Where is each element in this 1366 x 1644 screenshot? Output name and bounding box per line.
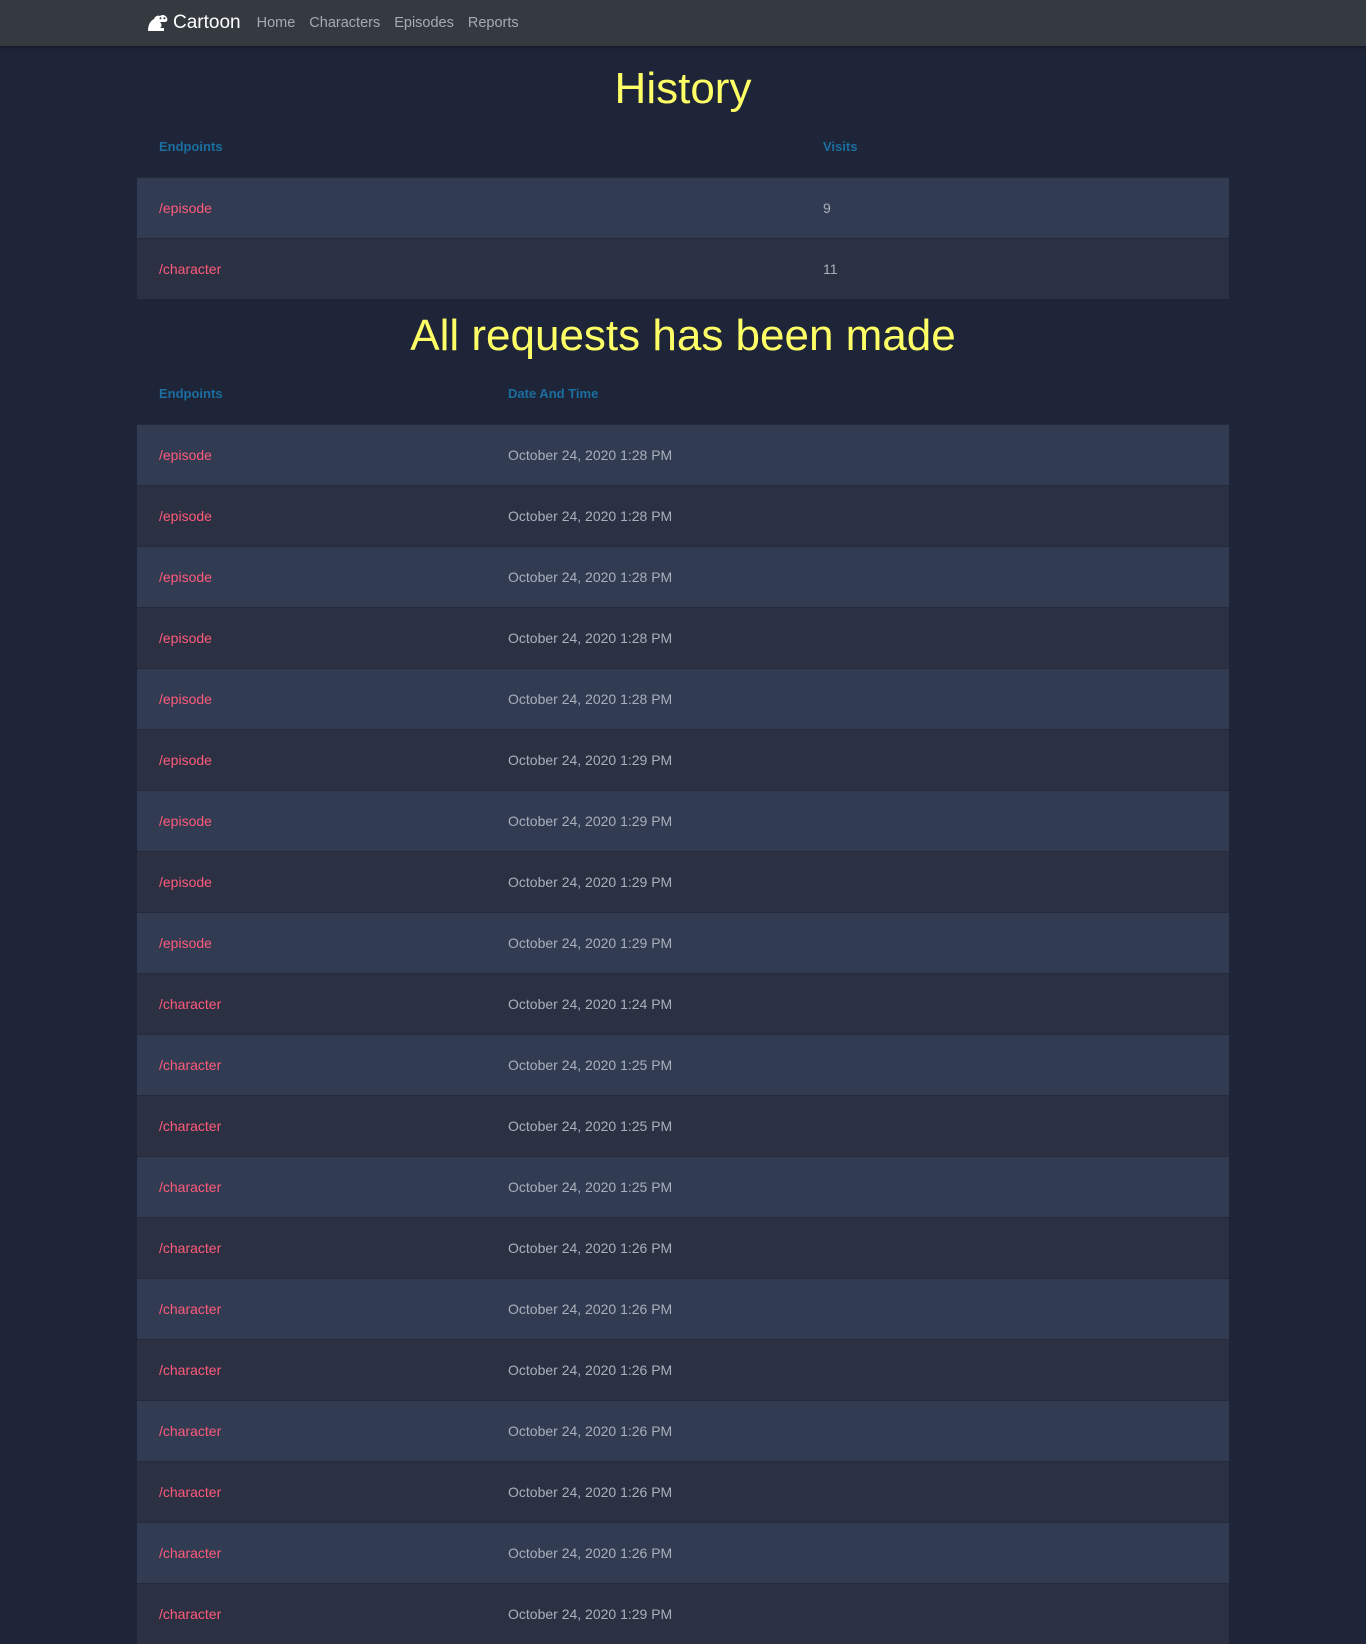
table-row: /episodeOctober 24, 2020 1:28 PM (137, 669, 1229, 730)
history-table-body: /episode9/character11 (137, 178, 1229, 300)
table-row: /characterOctober 24, 2020 1:25 PM (137, 1096, 1229, 1157)
endpoint-cell: /character (137, 239, 801, 300)
requests-header-datetime: Date And Time (486, 363, 1229, 425)
requests-header-row: Endpoints Date And Time (137, 363, 1229, 425)
frog-logo-icon (147, 14, 169, 32)
table-row: /episodeOctober 24, 2020 1:28 PM (137, 608, 1229, 669)
table-row: /characterOctober 24, 2020 1:25 PM (137, 1035, 1229, 1096)
datetime-cell: October 24, 2020 1:25 PM (486, 1096, 1229, 1157)
endpoint-cell: /episode (137, 486, 486, 547)
endpoint-cell: /character (137, 1584, 486, 1644)
datetime-cell: October 24, 2020 1:25 PM (486, 1035, 1229, 1096)
history-title: History (137, 62, 1229, 116)
datetime-cell: October 24, 2020 1:26 PM (486, 1523, 1229, 1584)
endpoint-cell: /character (137, 1157, 486, 1218)
datetime-cell: October 24, 2020 1:28 PM (486, 486, 1229, 547)
datetime-cell: October 24, 2020 1:26 PM (486, 1462, 1229, 1523)
table-row: /characterOctober 24, 2020 1:26 PM (137, 1462, 1229, 1523)
requests-header-endpoints: Endpoints (137, 363, 486, 425)
endpoint-cell: /character (137, 1523, 486, 1584)
datetime-cell: October 24, 2020 1:26 PM (486, 1401, 1229, 1462)
table-row: /episodeOctober 24, 2020 1:29 PM (137, 730, 1229, 791)
requests-table: Endpoints Date And Time /episodeOctober … (137, 363, 1229, 1644)
history-table: Endpoints Visits /episode9/character11 (137, 116, 1229, 299)
endpoint-cell: /episode (137, 669, 486, 730)
nav-episodes[interactable]: Episodes (394, 15, 454, 31)
history-header-endpoints: Endpoints (137, 116, 801, 178)
table-row: /episodeOctober 24, 2020 1:29 PM (137, 913, 1229, 974)
datetime-cell: October 24, 2020 1:28 PM (486, 547, 1229, 608)
table-row: /characterOctober 24, 2020 1:26 PM (137, 1340, 1229, 1401)
table-row: /characterOctober 24, 2020 1:26 PM (137, 1523, 1229, 1584)
endpoint-cell: /episode (137, 913, 486, 974)
datetime-cell: October 24, 2020 1:28 PM (486, 669, 1229, 730)
datetime-cell: October 24, 2020 1:26 PM (486, 1340, 1229, 1401)
table-row: /characterOctober 24, 2020 1:24 PM (137, 974, 1229, 1035)
datetime-cell: October 24, 2020 1:24 PM (486, 974, 1229, 1035)
datetime-cell: October 24, 2020 1:25 PM (486, 1157, 1229, 1218)
table-row: /episodeOctober 24, 2020 1:29 PM (137, 791, 1229, 852)
history-header-row: Endpoints Visits (137, 116, 1229, 178)
table-row: /characterOctober 24, 2020 1:25 PM (137, 1157, 1229, 1218)
table-row: /character11 (137, 239, 1229, 300)
endpoint-cell: /character (137, 1462, 486, 1523)
endpoint-cell: /episode (137, 425, 486, 486)
requests-title: All requests has been made (137, 309, 1229, 363)
endpoint-cell: /character (137, 1340, 486, 1401)
table-row: /episodeOctober 24, 2020 1:29 PM (137, 852, 1229, 913)
table-row: /characterOctober 24, 2020 1:26 PM (137, 1401, 1229, 1462)
endpoint-cell: /episode (137, 791, 486, 852)
endpoint-cell: /character (137, 1401, 486, 1462)
datetime-cell: October 24, 2020 1:29 PM (486, 852, 1229, 913)
nav-characters[interactable]: Characters (309, 15, 380, 31)
datetime-cell: October 24, 2020 1:29 PM (486, 1584, 1229, 1644)
visits-cell: 11 (801, 239, 1229, 300)
table-row: /episode9 (137, 178, 1229, 239)
navbar-inner: Cartoon Home Characters Episodes Reports (147, 0, 533, 46)
endpoint-cell: /character (137, 1035, 486, 1096)
endpoint-cell: /episode (137, 730, 486, 791)
datetime-cell: October 24, 2020 1:28 PM (486, 608, 1229, 669)
table-row: /characterOctober 24, 2020 1:29 PM (137, 1584, 1229, 1644)
datetime-cell: October 24, 2020 1:29 PM (486, 791, 1229, 852)
brand-label: Cartoon (173, 12, 241, 34)
datetime-cell: October 24, 2020 1:26 PM (486, 1279, 1229, 1340)
endpoint-cell: /episode (137, 178, 801, 239)
nav-home[interactable]: Home (257, 15, 296, 31)
history-section: History Endpoints Visits /episode9/chara… (137, 62, 1229, 299)
table-row: /episodeOctober 24, 2020 1:28 PM (137, 547, 1229, 608)
endpoint-cell: /character (137, 1218, 486, 1279)
endpoint-cell: /character (137, 1096, 486, 1157)
requests-section: All requests has been made Endpoints Dat… (137, 309, 1229, 1644)
history-header-visits: Visits (801, 116, 1229, 178)
table-row: /episodeOctober 24, 2020 1:28 PM (137, 486, 1229, 547)
endpoint-cell: /episode (137, 608, 486, 669)
visits-cell: 9 (801, 178, 1229, 239)
brand-link[interactable]: Cartoon (147, 12, 241, 34)
datetime-cell: October 24, 2020 1:29 PM (486, 730, 1229, 791)
endpoint-cell: /episode (137, 852, 486, 913)
datetime-cell: October 24, 2020 1:26 PM (486, 1218, 1229, 1279)
table-row: /episodeOctober 24, 2020 1:28 PM (137, 425, 1229, 486)
table-row: /characterOctober 24, 2020 1:26 PM (137, 1279, 1229, 1340)
navbar: Cartoon Home Characters Episodes Reports (0, 0, 1366, 46)
endpoint-cell: /character (137, 974, 486, 1035)
nav-reports[interactable]: Reports (468, 15, 519, 31)
table-row: /characterOctober 24, 2020 1:26 PM (137, 1218, 1229, 1279)
endpoint-cell: /character (137, 1279, 486, 1340)
datetime-cell: October 24, 2020 1:28 PM (486, 425, 1229, 486)
endpoint-cell: /episode (137, 547, 486, 608)
requests-table-body: /episodeOctober 24, 2020 1:28 PM/episode… (137, 425, 1229, 1644)
datetime-cell: October 24, 2020 1:29 PM (486, 913, 1229, 974)
